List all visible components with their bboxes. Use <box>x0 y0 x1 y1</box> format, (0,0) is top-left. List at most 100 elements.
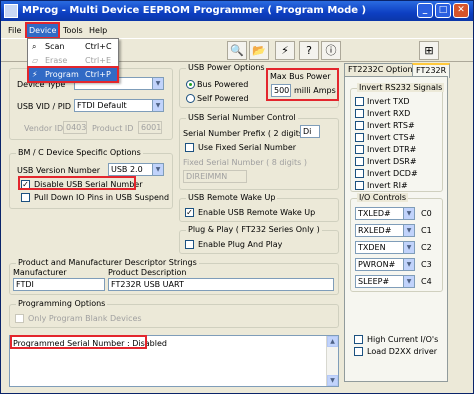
invert-dcd-label: Invert DCD# <box>367 169 418 178</box>
fixed-serial-field[interactable]: DIREIMMN <box>183 170 247 183</box>
serial-control-group: USB Serial Number Control Serial Number … <box>179 113 339 190</box>
menu-item-scan[interactable]: ⌕ Scan Ctrl+C <box>29 40 117 53</box>
chevron-down-icon: ▼ <box>403 259 414 270</box>
io-controls-group: I/O Controls TXLED# ▼ C0 RXLED# ▼ C1 TXDEN… <box>350 193 443 292</box>
bus-powered-radio[interactable] <box>186 80 195 89</box>
ft232r-panel: Invert RS232 Signals Invert TXD Invert R… <box>344 76 448 382</box>
bus-powered-label: Bus Powered <box>197 80 249 89</box>
vendor-id-field[interactable]: 0403 <box>63 121 87 134</box>
invert-cts-checkbox[interactable] <box>355 133 364 142</box>
chevron-down-icon: ▼ <box>403 276 414 287</box>
high-current-label: High Current I/O's <box>367 335 439 344</box>
usb-vid-pid-select[interactable]: FTDI Default ▼ <box>74 99 164 112</box>
io-c1-select[interactable]: RXLED# ▼ <box>355 224 415 237</box>
close-button[interactable]: ✕ <box>453 3 469 18</box>
menu-help[interactable]: Help <box>87 24 109 37</box>
invert-dtr-label: Invert DTR# <box>367 145 417 154</box>
invert-dsr-checkbox[interactable] <box>355 157 364 166</box>
only-blank-label: Only Program Blank Devices <box>28 314 142 323</box>
info-icon[interactable]: ⓘ <box>321 41 341 60</box>
io-c4-select[interactable]: SLEEP# ▼ <box>355 275 415 288</box>
only-blank-checkbox[interactable] <box>15 314 24 323</box>
product-description-field[interactable]: FT232R USB UART <box>108 278 334 291</box>
chevron-down-icon: ▼ <box>403 208 414 219</box>
window-title: MProg - Multi Device EEPROM Programmer (… <box>22 5 367 16</box>
io-c2-select[interactable]: TXDEN ▼ <box>355 241 415 254</box>
menu-item-program[interactable]: ⚡ Program Ctrl+P <box>27 66 119 83</box>
menu-file[interactable]: File <box>6 24 23 37</box>
manufacturer-label: Manufacturer <box>13 268 67 277</box>
product-id-label: Product ID <box>92 124 134 133</box>
help-icon[interactable]: ? <box>299 41 319 60</box>
new-window-icon[interactable]: ⊞ <box>419 41 439 60</box>
plug-and-play-group: Plug & Play ( FT232 Series Only ) Enable… <box>179 225 339 254</box>
lightning-icon[interactable]: ⚡ <box>275 41 295 60</box>
io-c3-select[interactable]: PWRON# ▼ <box>355 258 415 271</box>
tab-ft2232c-options[interactable]: FT2232C Options <box>344 63 421 77</box>
invert-signals-title: Invert RS232 Signals <box>357 83 445 92</box>
highlight-max-power <box>266 68 339 101</box>
maximize-button[interactable]: □ <box>435 3 451 18</box>
invert-dsr-label: Invert DSR# <box>367 157 417 166</box>
menu-device[interactable]: Device <box>24 22 61 39</box>
manufacturer-field[interactable]: FTDI <box>13 278 105 291</box>
power-options-title: USB Power Options <box>186 63 267 72</box>
invert-ri-label: Invert RI# <box>367 181 408 190</box>
main-window: MProg - Multi Device EEPROM Programmer (… <box>0 0 474 394</box>
chevron-down-icon: ▼ <box>403 242 414 253</box>
vendor-id-label: Vendor ID <box>24 124 64 133</box>
folder-icon[interactable]: 📂 <box>249 41 269 60</box>
scroll-down-icon[interactable]: ▼ <box>327 375 338 386</box>
programming-options-title: Programming Options <box>16 299 108 308</box>
serial-prefix-label: Serial Number Prefix ( 2 digits ) <box>183 129 309 138</box>
remote-wakeup-label: Enable USB Remote Wake Up <box>198 208 316 217</box>
invert-ri-checkbox[interactable] <box>355 181 364 190</box>
highlight-status <box>10 335 147 349</box>
minimize-button[interactable]: _ <box>417 3 433 18</box>
product-description-label: Product Description <box>108 268 187 277</box>
invert-cts-label: Invert CTS# <box>367 133 416 142</box>
invert-rxd-checkbox[interactable] <box>355 109 364 118</box>
invert-dcd-checkbox[interactable] <box>355 169 364 178</box>
invert-rts-label: Invert RTS# <box>367 121 415 130</box>
title-bar: MProg - Multi Device EEPROM Programmer (… <box>1 1 473 21</box>
serial-prefix-field[interactable]: Di <box>300 125 320 138</box>
fixed-serial-label: Fixed Serial Number ( 8 digits ) <box>183 158 307 167</box>
remote-wakeup-title: USB Remote Wake Up <box>186 193 278 202</box>
search-icon[interactable]: 🔍 <box>227 41 247 60</box>
app-icon <box>4 4 18 18</box>
device-dropdown: ⌕ Scan Ctrl+C ▱ Erase Ctrl+E ⚡ Program C… <box>27 38 119 83</box>
pull-down-label: Pull Down IO Pins in USB Suspend <box>34 193 170 202</box>
invert-dtr-checkbox[interactable] <box>355 145 364 154</box>
chevron-down-icon: ▼ <box>152 100 163 111</box>
invert-txd-checkbox[interactable] <box>355 97 364 106</box>
remote-wakeup-group: USB Remote Wake Up ✓ Enable USB Remote W… <box>179 193 339 222</box>
self-powered-radio[interactable] <box>186 94 195 103</box>
load-d2xx-checkbox[interactable] <box>354 347 363 356</box>
pull-down-checkbox[interactable] <box>21 193 30 202</box>
lightning-icon: ⚡ <box>32 70 38 79</box>
chevron-down-icon: ▼ <box>403 225 414 236</box>
plug-and-play-title: Plug & Play ( FT232 Series Only ) <box>186 225 322 234</box>
chevron-down-icon: ▼ <box>152 78 163 89</box>
io-c0-select[interactable]: TXLED# ▼ <box>355 207 415 220</box>
scroll-up-icon[interactable]: ▲ <box>327 336 338 347</box>
use-fixed-serial-checkbox[interactable] <box>185 143 194 152</box>
serial-control-title: USB Serial Number Control <box>186 113 298 122</box>
plug-and-play-checkbox[interactable] <box>185 240 194 249</box>
bm-options-title: BM / C Device Specific Options <box>16 148 143 157</box>
invert-txd-label: Invert TXD <box>367 97 410 106</box>
high-current-checkbox[interactable] <box>354 335 363 344</box>
menu-tools[interactable]: Tools <box>61 24 85 37</box>
io-controls-title: I/O Controls <box>357 193 408 202</box>
usb-version-select[interactable]: USB 2.0 ▼ <box>108 163 164 176</box>
status-scrollbar[interactable]: ▲ ▼ <box>326 336 338 386</box>
load-d2xx-label: Load D2XX driver <box>367 347 438 356</box>
programming-options-group: Programming Options Only Program Blank D… <box>9 299 339 328</box>
remote-wakeup-checkbox[interactable]: ✓ <box>185 208 194 217</box>
product-id-field[interactable]: 6001 <box>138 121 162 134</box>
invert-rts-checkbox[interactable] <box>355 121 364 130</box>
self-powered-label: Self Powered <box>197 94 249 103</box>
menu-item-erase[interactable]: ▱ Erase Ctrl+E <box>29 54 117 67</box>
usb-version-label: USB Version Number <box>17 166 101 175</box>
